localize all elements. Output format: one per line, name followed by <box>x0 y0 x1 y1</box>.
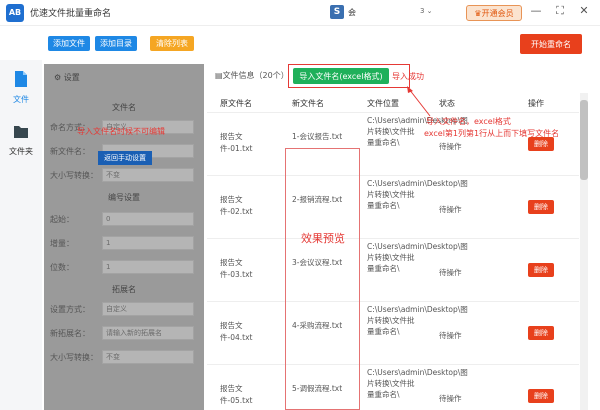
sidebar-file-label: 文件 <box>13 95 29 104</box>
title-bar: AB 优速文件批量重命名 S 会 3 ⌄ ♛ 开通会员 — ⛶ ✕ <box>0 0 600 26</box>
preview-label: 效果预览 <box>301 232 345 245</box>
delete-button[interactable]: 删除 <box>528 200 554 214</box>
file-path: C:\Users\admin\Desktop\图片转换\文件批量重命名\ <box>367 116 468 147</box>
table-row[interactable]: 报告文件-02.txt 2-报销流程.txt C:\Users\admin\De… <box>207 176 579 239</box>
file-path: C:\Users\admin\Desktop\图片转换\文件批量重命名\ <box>367 179 468 210</box>
new-name: 1-会议报告.txt <box>292 132 343 141</box>
delete-button[interactable]: 删除 <box>528 389 554 403</box>
clear-list-button[interactable]: 清除列表 <box>150 36 194 51</box>
sidebar-folder-label: 文件夹 <box>9 147 33 156</box>
col-new: 新文件名 <box>292 99 324 108</box>
user-area[interactable]: S 会 <box>330 5 356 19</box>
ext-mode-label: 设置方式： <box>50 305 90 314</box>
file-icon <box>15 71 27 87</box>
annotation-line2: excel第1列第1行从上而下填写文件名 <box>424 129 560 138</box>
preview-highlight-box <box>285 148 360 410</box>
table-row[interactable]: 报告文件-03.txt 3-会议议程.txt C:\Users\admin\De… <box>207 239 579 302</box>
file-info-label: ▤ 文件信息（20个） <box>215 71 289 80</box>
col-action: 操作 <box>528 99 544 108</box>
ext-case-select[interactable]: 不变 <box>102 350 194 364</box>
start-input[interactable]: 0 <box>102 212 194 226</box>
crown-icon: ♛ <box>474 8 482 18</box>
disabled-note: 导入文件名时候不可编辑 <box>77 127 165 136</box>
add-dir-button[interactable]: 添加目录 <box>95 36 137 51</box>
table-header: 原文件名 新文件名 文件位置 状态 操作 <box>207 93 579 113</box>
minimize-icon[interactable]: — <box>528 4 544 17</box>
file-path: C:\Users\admin\Desktop\图片转换\文件批量重命名\ <box>367 305 468 336</box>
sidebar-item-file[interactable]: 文件 <box>0 70 42 105</box>
annotation-arrow <box>407 86 431 117</box>
maximize-icon[interactable]: ⛶ <box>552 4 568 18</box>
orig-name: 报告文件-01.txt <box>220 132 253 153</box>
settings-panel: ⚙ 设置 文件名 命名方式： 自定义 导入文件名时候不可编辑 新文件名： 返回手… <box>44 64 204 410</box>
digits-input[interactable]: 1 <box>102 260 194 274</box>
digits-label: 位数： <box>50 263 74 272</box>
app-logo: AB <box>6 3 24 22</box>
incr-label: 增量： <box>50 239 74 248</box>
sidebar: 文件 文件夹 <box>0 60 42 410</box>
status: 待操作 <box>439 205 462 214</box>
app-title: 优速文件批量重命名 <box>30 9 112 19</box>
close-icon[interactable]: ✕ <box>576 4 592 17</box>
file-path: C:\Users\admin\Desktop\图片转换\文件批量重命名\ <box>367 242 468 273</box>
col-status: 状态 <box>439 99 455 108</box>
import-success-text: 导入成功 <box>392 72 424 81</box>
incr-input[interactable]: 1 <box>102 236 194 250</box>
vip-button[interactable]: ♛ 开通会员 <box>466 5 522 21</box>
status: 待操作 <box>439 394 462 403</box>
table-row[interactable]: 报告文件-05.txt 5-调假流程.txt C:\Users\admin\De… <box>207 365 579 410</box>
section-number: 编号设置 <box>108 193 140 202</box>
orig-name: 报告文件-03.txt <box>220 258 253 279</box>
delete-button[interactable]: 删除 <box>528 137 554 151</box>
ext-case-label: 大小写转换： <box>50 353 98 362</box>
settings-title: ⚙ 设置 <box>54 73 80 82</box>
delete-button[interactable]: 删除 <box>528 326 554 340</box>
case-select[interactable]: 不变 <box>102 168 194 182</box>
orig-name: 报告文件-04.txt <box>220 321 253 342</box>
case-label: 大小写转换： <box>50 171 98 180</box>
orig-name: 报告文件-05.txt <box>220 384 253 405</box>
account-dropdown[interactable]: 3 ⌄ <box>420 7 433 15</box>
user-logo-icon: S <box>330 5 344 19</box>
start-rename-button[interactable]: 开始重命名 <box>520 34 582 54</box>
ext-mode-select[interactable]: 自定义 <box>102 302 194 316</box>
col-path: 文件位置 <box>367 99 399 108</box>
add-file-button[interactable]: 添加文件 <box>48 36 90 51</box>
status: 待操作 <box>439 331 462 340</box>
orig-name: 报告文件-02.txt <box>220 195 253 216</box>
section-ext: 拓展名 <box>112 285 136 294</box>
user-name: 会 <box>348 7 356 17</box>
start-label: 起始： <box>50 215 74 224</box>
table-row[interactable]: 报告文件-04.txt 4-采购流程.txt C:\Users\admin\De… <box>207 302 579 365</box>
delete-button[interactable]: 删除 <box>528 263 554 277</box>
section-filename: 文件名 <box>112 103 136 112</box>
import-filename-button[interactable]: 导入文件名(excel格式) <box>293 68 389 84</box>
status: 待操作 <box>439 142 462 151</box>
scrollbar-thumb[interactable] <box>580 100 588 180</box>
new-ext-input[interactable]: 请输入新的拓展名 <box>102 326 194 340</box>
return-manual-button[interactable]: 返回手动设置 <box>98 151 152 165</box>
folder-icon <box>14 126 28 138</box>
toolbar: 添加文件 添加目录 清除列表 开始重命名 <box>0 26 600 60</box>
annotation-line1: 导入文件名，excel格式 <box>426 117 511 126</box>
status: 待操作 <box>439 268 462 277</box>
table-row[interactable]: 报告文件-01.txt 1-会议报告.txt C:\Users\admin\De… <box>207 113 579 176</box>
table-body: 报告文件-01.txt 1-会议报告.txt C:\Users\admin\De… <box>207 113 579 410</box>
new-name-label: 新文件名： <box>50 147 90 156</box>
new-ext-label: 新拓展名： <box>50 329 90 338</box>
file-path: C:\Users\admin\Desktop\图片转换\文件批量重命名\ <box>367 368 468 399</box>
vip-label: 开通会员 <box>481 8 514 18</box>
sidebar-item-folder[interactable]: 文件夹 <box>0 122 42 157</box>
col-orig: 原文件名 <box>220 99 252 108</box>
